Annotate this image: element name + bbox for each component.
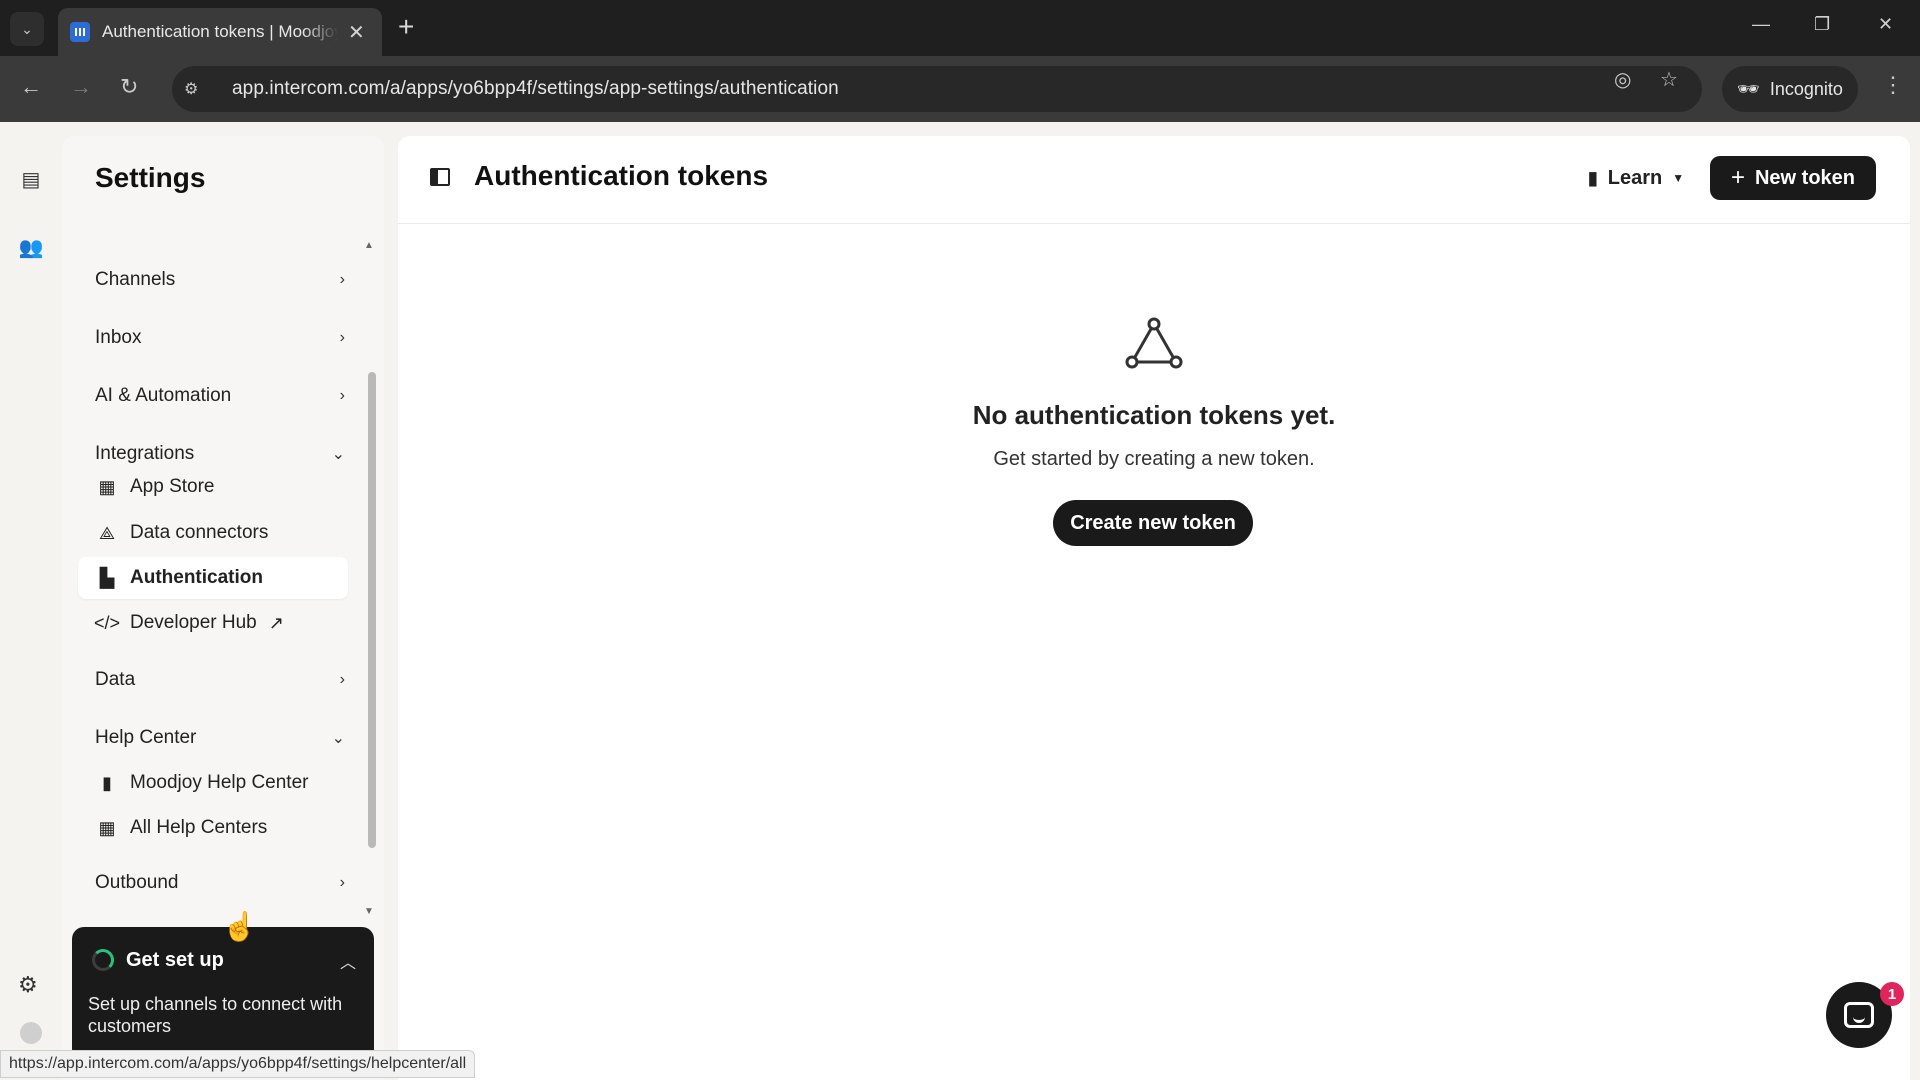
sidebar-section-label: Outbound — [95, 872, 179, 893]
sidebar-item-all-help-centers[interactable]: ▦ All Help Centers — [78, 807, 348, 849]
sidebar-section-label: Inbox — [95, 327, 142, 348]
sidebar-item-label: Data connectors — [130, 522, 269, 543]
sidebar-item-developer-hub[interactable]: </> Developer Hub ↗ — [78, 602, 348, 644]
sidebar-item-label: All Help Centers — [130, 817, 268, 838]
create-new-token-button[interactable]: Create new token — [1053, 500, 1253, 546]
settings-title: Settings — [95, 162, 206, 193]
app-store-icon: ▦ — [98, 476, 116, 497]
sidebar-section-label: Channels — [95, 269, 176, 290]
settings-gear-icon[interactable]: ⚙ — [18, 972, 38, 998]
setup-progress-icon — [92, 949, 114, 971]
inbox-app-icon[interactable]: ▤ — [18, 166, 44, 192]
tab-search-button[interactable]: ⌄ — [10, 12, 44, 46]
left-rail: ▤ 👥 ⚙ — [0, 122, 62, 1080]
sidebar-section-label: Data — [95, 669, 136, 690]
incognito-badge[interactable]: 🕶 Incognito — [1722, 66, 1858, 112]
site-info-icon[interactable]: ⚙ — [184, 79, 206, 99]
sidebar-section-outbound[interactable]: Outbound › — [95, 863, 345, 903]
empty-state-title: No authentication tokens yet. — [972, 400, 1336, 430]
notification-badge: 1 — [1880, 982, 1904, 1006]
page-header: Authentication tokens ▮ Learn ▼ + New to… — [398, 136, 1910, 224]
caret-down-icon: ▼ — [1672, 171, 1685, 185]
sidebar-toggle-icon[interactable] — [430, 168, 450, 186]
sidebar-item-moodjoy-help-center[interactable]: ▮ Moodjoy Help Center — [78, 762, 348, 804]
webhook-icon: ⟁ — [98, 522, 116, 543]
book-icon: ▮ — [1587, 167, 1598, 188]
chevron-right-icon: › — [339, 387, 345, 404]
minimize-icon[interactable]: — — [1752, 14, 1770, 35]
tracking-protection-icon[interactable]: ◎ — [1614, 67, 1631, 92]
empty-state-subtitle: Get started by creating a new token. — [993, 448, 1315, 470]
external-link-icon: ↗ — [268, 612, 284, 633]
restore-icon[interactable]: ❐ — [1814, 14, 1830, 35]
sidebar-section-help-center[interactable]: Help Center ⌄ — [95, 718, 345, 758]
hand-cursor-icon: ☝ — [222, 911, 257, 942]
page-title: Authentication tokens — [474, 160, 769, 191]
scroll-up-arrow-icon[interactable]: ▲ — [364, 240, 374, 251]
new-token-label: New token — [1754, 166, 1856, 189]
url-text[interactable]: app.intercom.com/a/apps/yo6bpp4f/setting… — [232, 78, 839, 100]
setup-description: Set up channels to connect with customer… — [88, 994, 343, 1036]
chevron-right-icon: › — [339, 329, 345, 346]
new-token-button[interactable]: + New token — [1710, 156, 1876, 200]
chevron-right-icon: › — [339, 874, 345, 891]
sidebar-section-label: Integrations — [95, 443, 195, 464]
window-close-icon[interactable]: ✕ — [1878, 14, 1893, 35]
sidebar-section-channels[interactable]: Channels › — [95, 260, 345, 300]
sidebar-section-inbox[interactable]: Inbox › — [95, 318, 345, 358]
bookmark-star-icon[interactable]: ☆ — [1660, 67, 1678, 92]
browser-toolbar: ← → ↻ ⚙ app.intercom.com/a/apps/yo6bpp4f… — [0, 56, 1920, 122]
sidebar-item-label: App Store — [130, 476, 215, 497]
contacts-icon[interactable]: 👥 — [18, 234, 44, 260]
main-content: Authentication tokens ▮ Learn ▼ + New to… — [398, 136, 1910, 1080]
tab-title: Authentication tokens | Moodjoy — [102, 22, 338, 41]
sidebar-section-label: Help Center — [95, 727, 197, 748]
chevron-right-icon: › — [339, 271, 345, 288]
status-bar-url: https://app.intercom.com/a/apps/yo6bpp4f… — [0, 1050, 476, 1078]
sidebar-item-app-store[interactable]: ▦ App Store — [78, 466, 348, 508]
sidebar-scrollbar-thumb[interactable] — [368, 372, 376, 848]
learn-label: Learn — [1607, 166, 1663, 189]
get-set-up-card[interactable]: Get set up ︿ Set up channels to connect … — [72, 927, 374, 1061]
sidebar-item-data-connectors[interactable]: ⟁ Data connectors — [78, 512, 348, 554]
sidebar-item-label: Developer Hub — [130, 612, 257, 633]
grid-icon: ▦ — [98, 817, 116, 838]
user-avatar[interactable] — [20, 1022, 42, 1044]
browser-tab-bar: ⌄ Authentication tokens | Moodjoy ✕ + — … — [0, 0, 1920, 56]
plus-icon: + — [1730, 164, 1745, 191]
book-icon: ▮ — [102, 772, 112, 793]
scroll-down-arrow-icon[interactable]: ▼ — [364, 906, 374, 917]
tab-close-icon[interactable]: ✕ — [348, 20, 365, 45]
learn-button[interactable]: ▮ Learn ▼ — [1578, 156, 1694, 200]
incognito-icon: 🕶 — [1737, 78, 1760, 99]
chevron-up-icon[interactable]: ︿ — [340, 949, 356, 973]
intercom-app: ▤ 👥 ⚙ Settings Channels › Inbox › AI & A… — [0, 122, 1920, 1080]
browser-tab-active[interactable]: Authentication tokens | Moodjoy ✕ — [58, 8, 382, 56]
sidebar-item-label: Moodjoy Help Center — [130, 772, 309, 793]
authentication-icon: ▙ — [100, 567, 114, 588]
new-tab-button[interactable]: + — [398, 12, 414, 42]
forward-icon[interactable]: → — [70, 74, 92, 100]
reload-icon[interactable]: ↻ — [120, 74, 138, 100]
browser-menu-icon[interactable]: ⋮ — [1882, 72, 1904, 98]
chevron-down-icon: ⌄ — [331, 446, 345, 463]
setup-title: Get set up — [126, 949, 224, 971]
chevron-down-icon: ⌄ — [331, 730, 345, 747]
sidebar-section-ai-automation[interactable]: AI & Automation › — [95, 376, 345, 416]
sidebar-item-authentication[interactable]: ▙ Authentication — [78, 557, 348, 599]
sidebar-section-label: AI & Automation — [95, 385, 232, 406]
address-bar[interactable]: ⚙ app.intercom.com/a/apps/yo6bpp4f/setti… — [172, 66, 1702, 112]
sidebar-item-label: Authentication — [130, 567, 263, 588]
incognito-label: Incognito — [1769, 78, 1843, 99]
code-icon: </> — [93, 612, 121, 633]
back-icon[interactable]: ← — [20, 74, 42, 100]
webhook-icon — [1125, 317, 1183, 369]
sidebar-section-data[interactable]: Data › — [95, 660, 345, 700]
chevron-right-icon: › — [339, 671, 345, 688]
intercom-favicon-icon — [70, 22, 90, 42]
chat-icon — [1844, 1002, 1874, 1028]
